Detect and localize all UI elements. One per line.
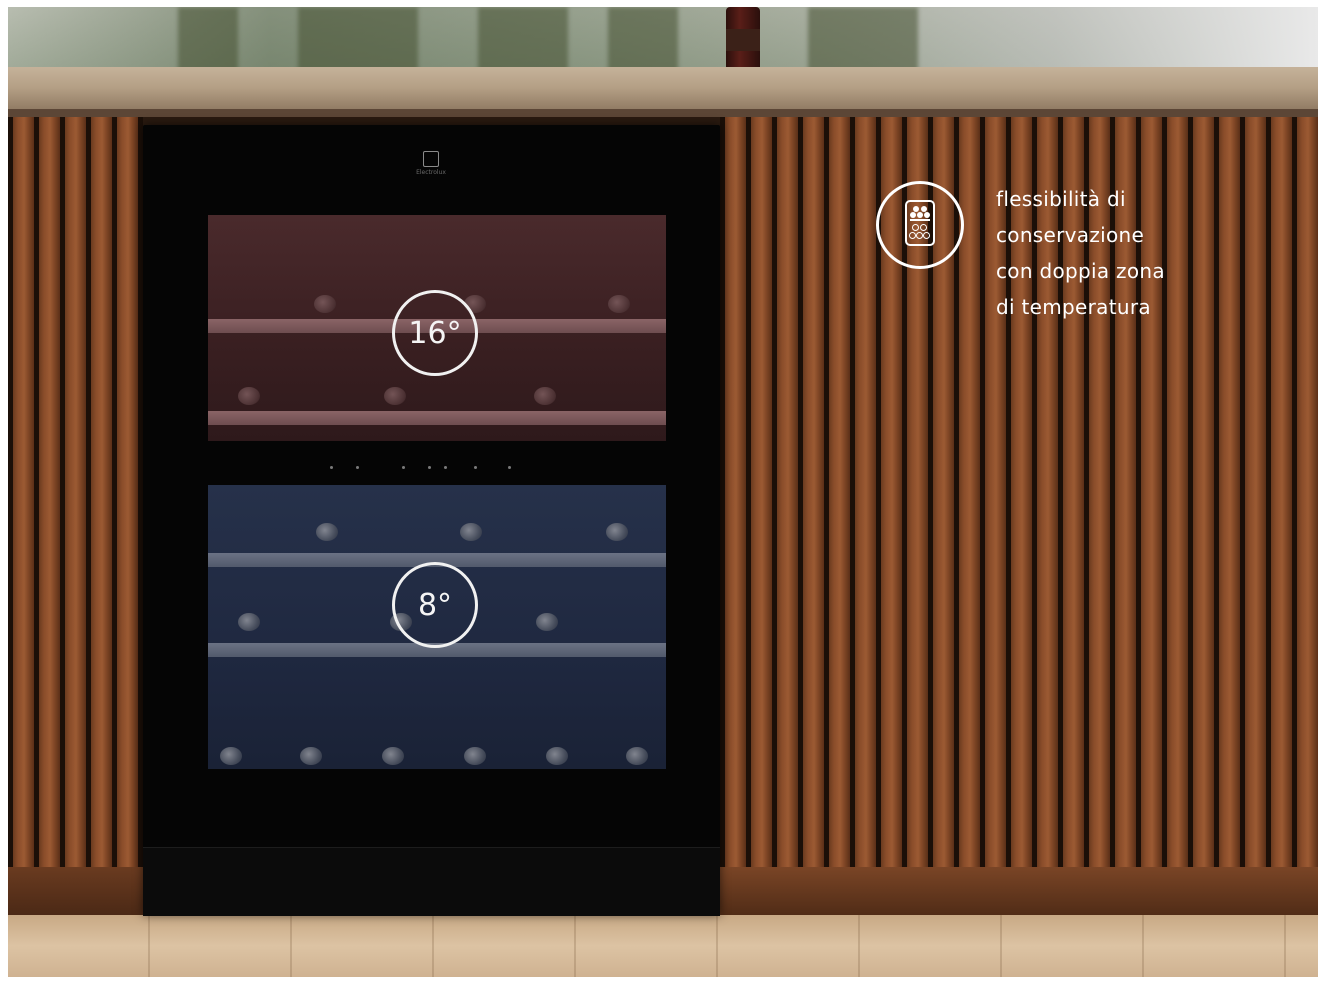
control-indicator [474,466,477,469]
temperature-badge-upper: 16° [392,290,478,376]
control-indicator [508,466,511,469]
control-indicator [428,466,431,469]
feature-line: con doppia zona [996,259,1165,283]
bottle-end [608,295,630,313]
wine-bottle [726,7,760,69]
cabinet-plinth-left [8,867,143,917]
bottle-end [220,747,242,765]
bottle-end [314,295,336,313]
wood-slat-panel-left [8,117,143,877]
brand-logo: Electrolux [409,151,453,176]
bottle-end [300,747,322,765]
brand-name: Electrolux [416,169,446,176]
control-indicator [330,466,333,469]
bottle-end [606,523,628,541]
product-photo: Electrolux 16° 8° flessibilità di conser… [8,7,1318,977]
dual-zone-wine-cooler-icon [876,181,964,269]
feature-description: flessibilità di conservazione con doppia… [996,181,1216,325]
control-indicator [356,466,359,469]
control-panel [318,463,548,473]
control-indicator [402,466,405,469]
feature-line: flessibilità di [996,187,1126,211]
wine-shelf [208,411,666,425]
cabinet-plinth-right [720,867,1318,917]
bottle-end [384,387,406,405]
bottle-end [626,747,648,765]
feature-line: di temperatura [996,295,1151,319]
electrolux-logo-icon [423,151,439,167]
cooler-base [143,847,720,916]
temperature-badge-lower: 8° [392,562,478,648]
control-indicator [444,466,447,469]
bottle-end [238,613,260,631]
bottle-end [316,523,338,541]
bottle-end [238,387,260,405]
feature-line: conservazione [996,223,1145,247]
bottle-end [536,613,558,631]
wine-cooler: Electrolux 16° 8° [143,125,720,916]
bottle-end [460,523,482,541]
countertop-edge [8,109,1318,117]
bottle-end [534,387,556,405]
wood-floor [8,915,1318,977]
bottle-end [546,747,568,765]
bottle-end [382,747,404,765]
countertop [8,67,1318,113]
bottle-end [464,747,486,765]
